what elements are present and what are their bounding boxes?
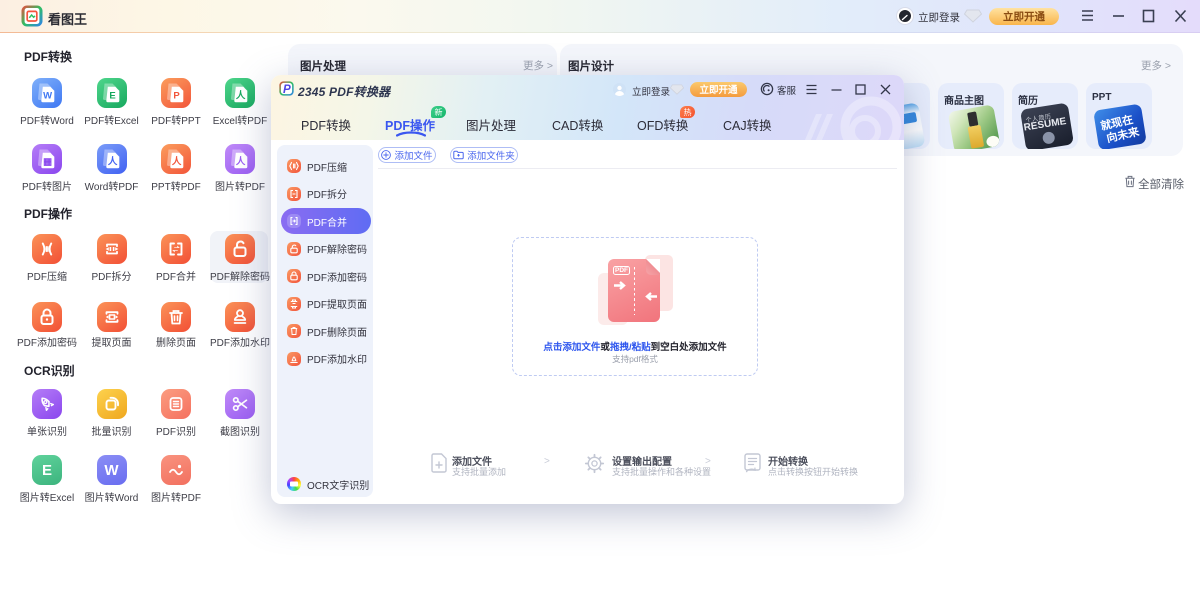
svg-text:人: 人: [236, 90, 246, 102]
svg-text:人: 人: [107, 156, 117, 168]
svg-text:W: W: [43, 91, 52, 102]
svg-text:人: 人: [236, 156, 246, 168]
svg-text:▦: ▦: [43, 157, 52, 168]
svg-text:人: 人: [172, 156, 182, 168]
svg-text:P: P: [173, 91, 180, 102]
svg-text:E: E: [109, 91, 115, 102]
svg-text:P: P: [283, 84, 291, 96]
